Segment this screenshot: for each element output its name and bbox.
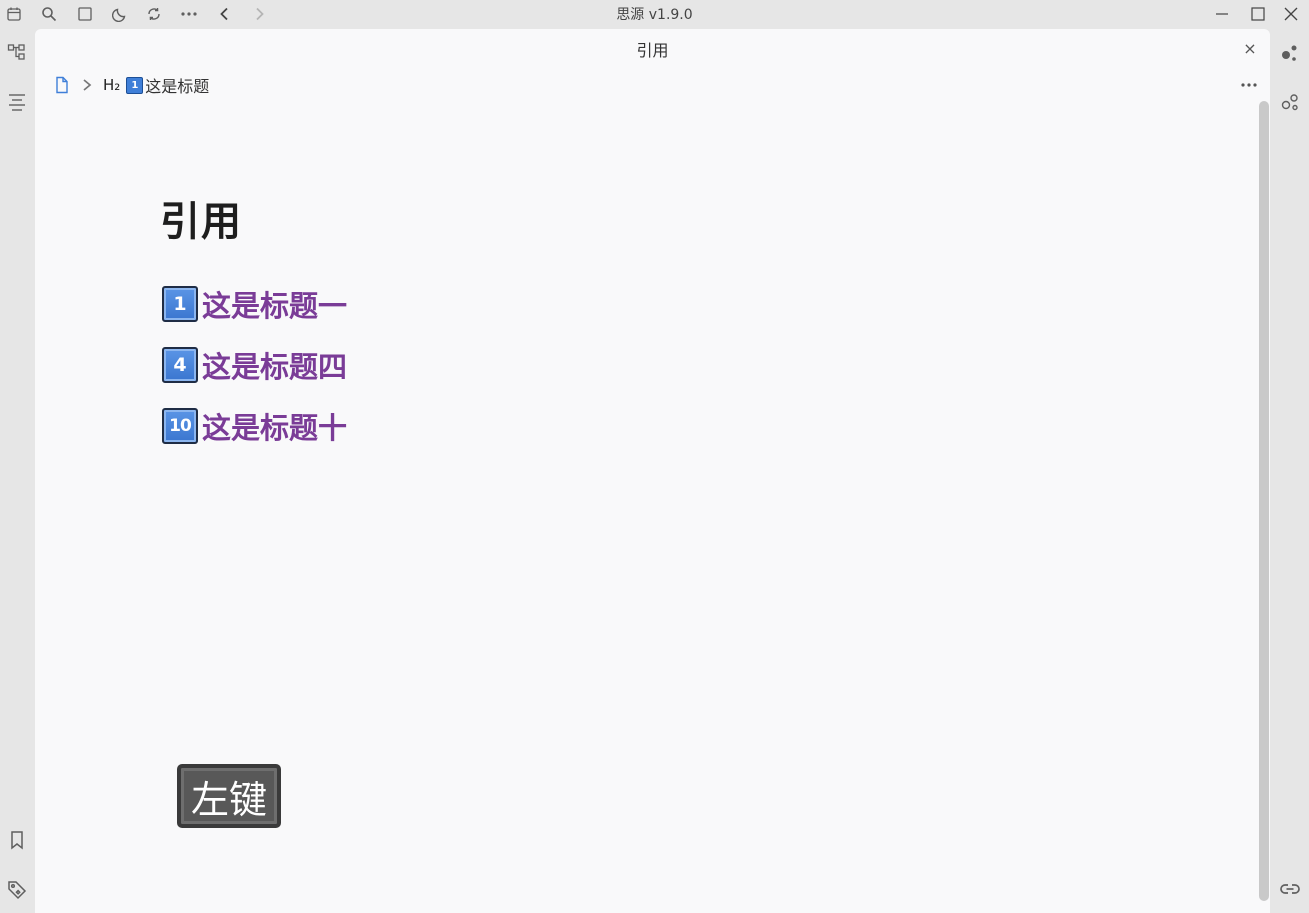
panel-close-button[interactable]: × <box>1239 37 1261 59</box>
chevron-right-icon <box>81 78 93 92</box>
global-graph-icon[interactable] <box>1277 89 1303 115</box>
search-icon[interactable] <box>38 3 60 25</box>
backlink-icon[interactable] <box>1277 876 1303 902</box>
breadcrumb: H₂ 1 这是标题 <box>53 73 209 97</box>
reference-link[interactable]: 10 这是标题十 <box>162 406 347 446</box>
more-options-icon[interactable] <box>1237 73 1261 97</box>
document-title: 引用 <box>160 199 242 245</box>
moon-icon[interactable] <box>109 3 131 25</box>
sync-icon[interactable] <box>143 3 165 25</box>
keycap-emoji-icon: 1 <box>162 286 198 322</box>
more-icon[interactable] <box>178 3 200 25</box>
square-icon[interactable] <box>74 3 96 25</box>
backlinks-panel: 引用 × H₂ 1 这是标题 引用 1 这是标题一 4 这是标题四 10 这是标… <box>35 29 1270 913</box>
reference-link[interactable]: 4 这是标题四 <box>162 345 347 385</box>
back-icon[interactable] <box>214 3 236 25</box>
outline-tree-icon[interactable] <box>4 39 30 65</box>
title-bar: 思源 v1.9.0 <box>0 0 1309 28</box>
bookmark-icon[interactable] <box>4 827 30 853</box>
breadcrumb-item-label: 这是标题 <box>145 77 210 96</box>
breadcrumb-item[interactable]: 1 这是标题 <box>126 73 209 97</box>
close-icon[interactable] <box>1276 2 1306 26</box>
right-dock <box>1271 28 1309 913</box>
graph-icon[interactable] <box>1277 40 1303 66</box>
reference-list: 1 这是标题一 4 这是标题四 10 这是标题十 <box>162 284 347 467</box>
reference-label: 这是标题一 <box>202 289 348 323</box>
keycap-emoji-icon: 1 <box>126 76 144 94</box>
align-icon[interactable] <box>4 89 30 115</box>
minimize-icon[interactable] <box>1207 2 1237 26</box>
panel-title: 引用 <box>636 41 669 60</box>
maximize-icon[interactable] <box>1243 2 1273 26</box>
keycap-emoji-icon: 10 <box>162 408 198 444</box>
reference-label: 这是标题十 <box>202 411 348 445</box>
tag-icon[interactable] <box>4 877 30 903</box>
calendar-icon[interactable] <box>3 3 25 25</box>
left-dock <box>0 28 34 913</box>
forward-icon[interactable] <box>248 3 270 25</box>
heading-type-label: H₂ <box>103 76 121 94</box>
document-icon[interactable] <box>53 76 71 94</box>
reference-link[interactable]: 1 这是标题一 <box>162 284 347 324</box>
scrollbar[interactable] <box>1259 101 1269 901</box>
mouse-click-indicator: 左键 <box>177 764 281 828</box>
reference-label: 这是标题四 <box>202 350 348 384</box>
keycap-emoji-icon: 4 <box>162 347 198 383</box>
